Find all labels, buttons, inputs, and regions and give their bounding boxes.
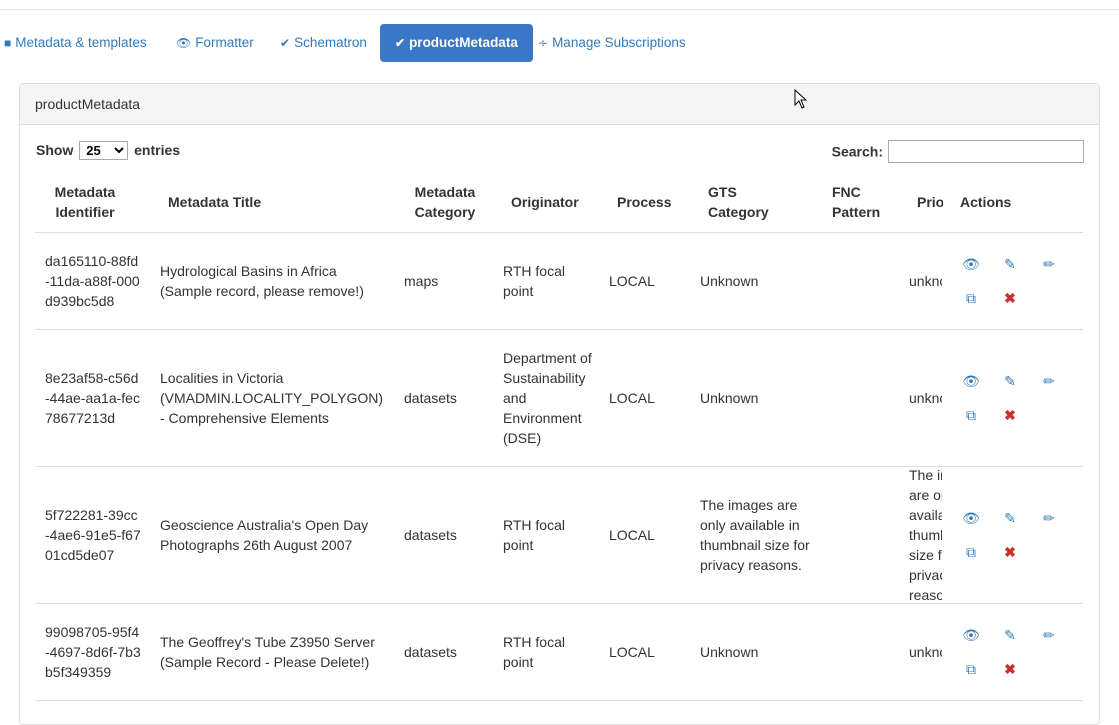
entries-length-control: Show 25 entries: [36, 141, 180, 160]
show-label: Show: [36, 142, 74, 158]
search-control: Search:: [832, 140, 1084, 163]
col-fnc-pattern[interactable]: FNC Pattern: [832, 182, 892, 222]
col-process[interactable]: Process: [617, 192, 671, 212]
table-row: 5f722281-39cc-4ae6-91e5-f6701cd5de07 Geo…: [35, 467, 1083, 604]
cell-identifier: da165110-88fd-11da-a88f-000d939bc5d8: [45, 253, 140, 309]
cell-priority: unknown: [909, 273, 942, 289]
cell-gts-category: Unknown: [700, 644, 759, 660]
col-gts-category[interactable]: GTS Category: [708, 182, 778, 222]
top-divider: [0, 9, 1119, 10]
pencil-icon[interactable]: ✏: [1040, 255, 1058, 273]
pencil-icon[interactable]: ✏: [1040, 509, 1058, 527]
col-identifier[interactable]: Metadata Identifier: [35, 182, 135, 222]
cell-fnc-pattern: [832, 330, 902, 466]
delete-icon[interactable]: ✖: [1001, 660, 1019, 678]
col-actions: Actions: [960, 194, 1012, 210]
col-title[interactable]: Metadata Title: [168, 192, 261, 212]
table-header: Metadata Identifier Metadata Title Metad…: [35, 176, 1083, 233]
pencil-icon[interactable]: ✏: [1040, 372, 1058, 390]
cell-process: LOCAL: [609, 644, 655, 660]
cell-gts-category: The images are only available in thumbna…: [700, 497, 810, 573]
col-category[interactable]: Metadata Category: [400, 182, 490, 222]
view-icon[interactable]: 👁: [962, 626, 980, 644]
mouse-cursor-icon: [794, 89, 808, 109]
duplicate-icon[interactable]: ⧉: [962, 543, 980, 561]
cell-title[interactable]: The Geoffrey's Tube Z3950 Server (Sample…: [160, 604, 388, 700]
entries-select[interactable]: 25: [79, 141, 129, 160]
cell-originator: RTH focal point: [503, 263, 565, 299]
tab-label: Schematron: [294, 35, 367, 50]
duplicate-icon[interactable]: ⧉: [962, 406, 980, 424]
view-icon[interactable]: 👁: [962, 372, 980, 390]
cell-category: datasets: [404, 390, 457, 406]
delete-icon[interactable]: ✖: [1001, 543, 1019, 561]
panel-title: productMetadata: [20, 84, 1099, 125]
row-actions: 👁 ✎ ✏ ⧉ ✖: [953, 604, 1063, 700]
cell-identifier: 8e23af58-c56d-44ae-aa1a-fec78677213d: [45, 370, 140, 426]
cell-priority: The images are only available in thumbna…: [909, 467, 942, 603]
cell-fnc-pattern: [832, 604, 902, 700]
row-actions: 👁 ✎ ✏ ⧉ ✖: [953, 330, 1063, 466]
cell-fnc-pattern: [832, 467, 902, 603]
tab-productmetadata[interactable]: ✔ productMetadata: [380, 24, 533, 62]
tab-label: Metadata & templates: [15, 35, 147, 50]
tab-manage-subscriptions[interactable]: ∻ Manage Subscriptions: [538, 24, 686, 62]
cell-title[interactable]: Geoscience Australia's Open Day Photogra…: [160, 467, 380, 603]
tab-label: Formatter: [195, 35, 254, 50]
cell-identifier: 5f722281-39cc-4ae6-91e5-f6701cd5de07: [45, 507, 141, 563]
cell-process: LOCAL: [609, 527, 655, 543]
view-icon[interactable]: 👁: [962, 255, 980, 273]
edit-icon[interactable]: ✎: [1001, 372, 1019, 390]
col-originator[interactable]: Originator: [511, 192, 579, 212]
cell-process: LOCAL: [609, 390, 655, 406]
delete-icon[interactable]: ✖: [1001, 406, 1019, 424]
cell-originator: RTH focal point: [503, 517, 565, 553]
cell-gts-category: Unknown: [700, 390, 759, 406]
cell-fnc-pattern: [832, 233, 902, 329]
cell-process: LOCAL: [609, 273, 655, 289]
edit-icon[interactable]: ✎: [1001, 626, 1019, 644]
table-row: 99098705-95f4-4697-8d6f-7b3b5f349359 The…: [35, 604, 1083, 701]
duplicate-icon[interactable]: ⧉: [962, 660, 980, 678]
table-row: 8e23af58-c56d-44ae-aa1a-fec78677213d Loc…: [35, 330, 1083, 467]
rss-icon: ∻: [538, 36, 549, 50]
search-label: Search:: [831, 143, 883, 160]
cell-identifier: 99098705-95f4-4697-8d6f-7b3b5f349359: [45, 624, 141, 680]
edit-icon[interactable]: ✎: [1001, 255, 1019, 273]
tab-label: productMetadata: [409, 35, 518, 50]
row-actions: 👁 ✎ ✏ ⧉ ✖: [953, 467, 1063, 603]
col-priority[interactable]: Prio: [917, 192, 943, 212]
cell-originator: Department of Sustainability and Environ…: [503, 350, 592, 446]
view-icon[interactable]: 👁: [962, 509, 980, 527]
tab-label: Manage Subscriptions: [552, 35, 686, 50]
book-icon: ■: [4, 36, 12, 50]
tab-schematron[interactable]: ✔ Schematron: [280, 24, 367, 62]
cell-priority: unknown: [909, 644, 942, 660]
cell-title[interactable]: Hydrological Basins in Africa (Sample re…: [160, 233, 380, 329]
metadata-table: Metadata Identifier Metadata Title Metad…: [35, 176, 1083, 701]
cell-category: maps: [404, 273, 439, 289]
check-icon: ✔: [395, 36, 406, 50]
cell-gts-category: Unknown: [700, 273, 759, 289]
product-metadata-panel: productMetadata Show 25 entries Search: …: [19, 83, 1100, 725]
table-row: da165110-88fd-11da-a88f-000d939bc5d8 Hyd…: [35, 233, 1083, 330]
tab-metadata-templates[interactable]: ■ Metadata & templates: [4, 24, 147, 62]
cell-title[interactable]: Localities in Victoria (VMADMIN.LOCALITY…: [160, 330, 388, 466]
duplicate-icon[interactable]: ⧉: [962, 289, 980, 307]
row-actions: 👁 ✎ ✏ ⧉ ✖: [953, 233, 1063, 329]
pencil-icon[interactable]: ✏: [1040, 626, 1058, 644]
check-icon: ✔: [280, 36, 291, 50]
tab-formatter[interactable]: 👁 Formatter: [176, 24, 254, 62]
delete-icon[interactable]: ✖: [1001, 289, 1019, 307]
cell-category: datasets: [404, 644, 457, 660]
entries-label: entries: [134, 142, 181, 158]
cell-priority: unknown: [909, 390, 942, 406]
edit-icon[interactable]: ✎: [1001, 509, 1019, 527]
cell-category: datasets: [404, 527, 457, 543]
eye-icon: 👁: [176, 36, 192, 50]
cell-originator: RTH focal point: [503, 634, 565, 670]
search-input[interactable]: [888, 140, 1084, 163]
